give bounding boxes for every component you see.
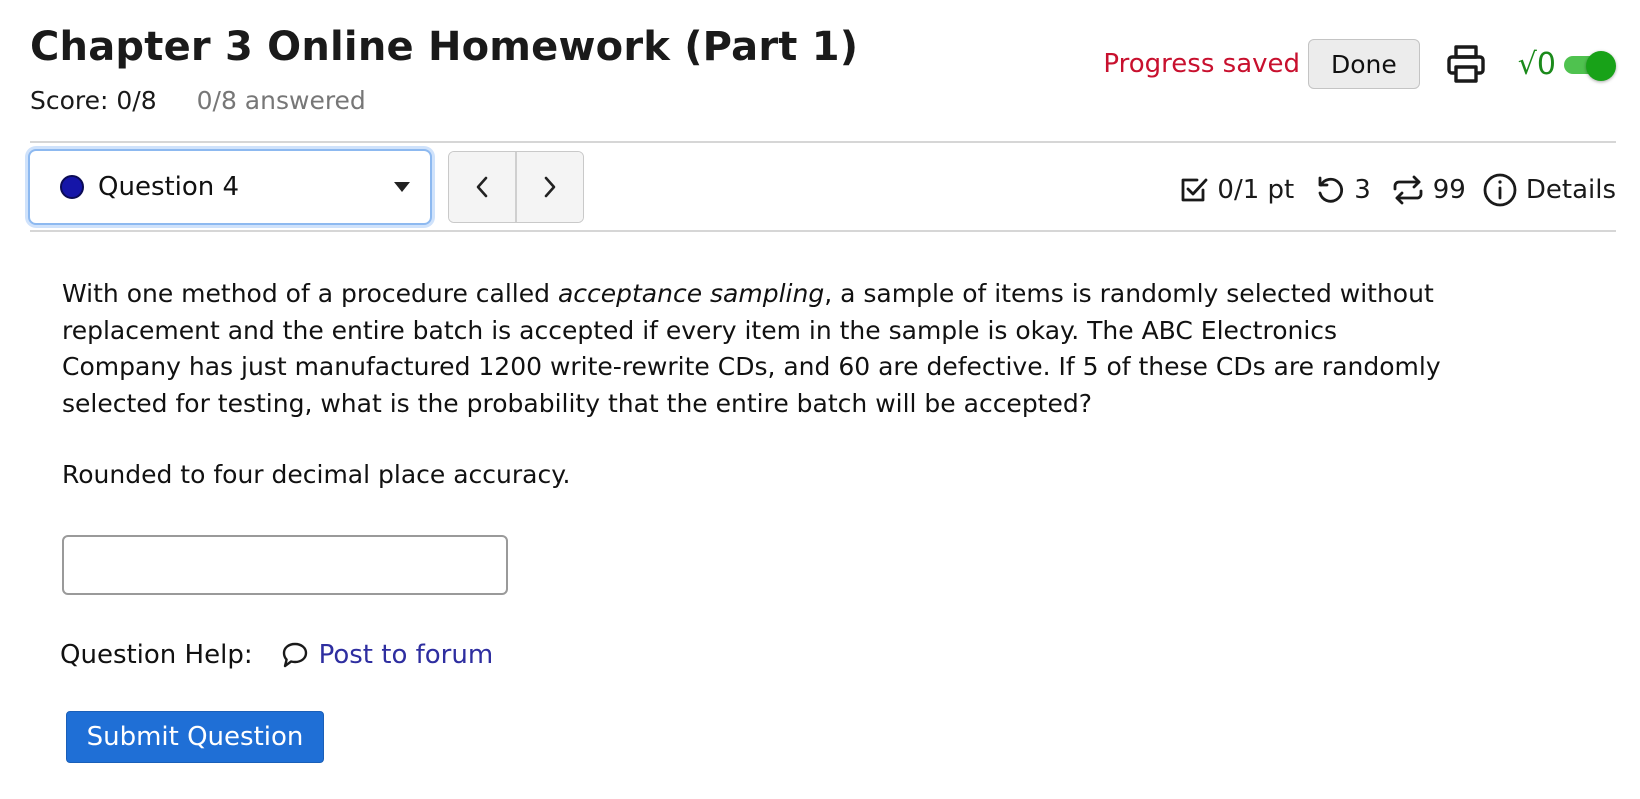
nav-divider [30, 230, 1616, 232]
info-icon [1483, 173, 1517, 207]
progress-status: Progress saved [1103, 49, 1301, 79]
checkbox-icon [1182, 178, 1208, 202]
next-question-button[interactable] [515, 152, 583, 222]
chevron-down-icon [394, 182, 410, 192]
undo-icon [1318, 176, 1344, 203]
speech-bubble-icon [282, 642, 307, 668]
sqrt-icon: √0 [1517, 46, 1556, 82]
question-meta: 0/1 pt 3 99 Details [1179, 168, 1616, 212]
header-actions: Progress saved Done √0 [1103, 38, 1616, 90]
previous-question-button[interactable] [449, 152, 515, 222]
question-help-label: Question Help: [60, 640, 253, 670]
submissions-count: 99 [1432, 175, 1466, 205]
header-divider [30, 141, 1616, 143]
post-to-forum-label: Post to forum [318, 640, 494, 670]
repeat-icon [1393, 175, 1423, 205]
question-help: Question Help: Post to forum [60, 640, 493, 670]
submit-question-button[interactable]: Submit Question [66, 711, 324, 763]
math-display-toggle[interactable]: √0 [1518, 47, 1616, 82]
answered-count: 0/8 answered [196, 86, 366, 115]
answer-input[interactable] [62, 535, 508, 595]
score-line: Score: 0/8 0/8 answered [30, 86, 366, 115]
retries-count: 3 [1354, 175, 1371, 205]
chevron-left-icon [476, 176, 488, 198]
page-title: Chapter 3 Online Homework (Part 1) [30, 24, 859, 70]
points-text: 0/1 pt [1217, 175, 1295, 205]
details-button[interactable]: Details [1482, 172, 1616, 208]
question-selector-label: Question 4 [98, 172, 240, 202]
question-text: With one method of a procedure called ac… [62, 276, 1462, 422]
question-selector[interactable]: Question 4 [28, 149, 432, 225]
question-pager [448, 151, 584, 223]
points-indicator: 0/1 pt [1179, 175, 1294, 205]
post-to-forum-link[interactable]: Post to forum [281, 640, 494, 670]
question-term: acceptance sampling [557, 279, 825, 308]
submissions-indicator: 99 [1391, 174, 1466, 206]
toggle-switch[interactable] [1562, 51, 1616, 81]
question-status-dot [60, 175, 84, 199]
details-label: Details [1525, 175, 1616, 205]
question-text-intro: With one method of a procedure called [62, 279, 558, 308]
chevron-right-icon [544, 176, 556, 198]
retries-indicator: 3 [1314, 174, 1371, 206]
done-button[interactable]: Done [1308, 39, 1420, 89]
printer-icon[interactable] [1446, 44, 1486, 84]
score-text: Score: 0/8 [30, 86, 157, 115]
rounding-instruction: Rounded to four decimal place accuracy. [62, 460, 571, 489]
homework-page: Chapter 3 Online Homework (Part 1) Score… [0, 0, 1640, 799]
